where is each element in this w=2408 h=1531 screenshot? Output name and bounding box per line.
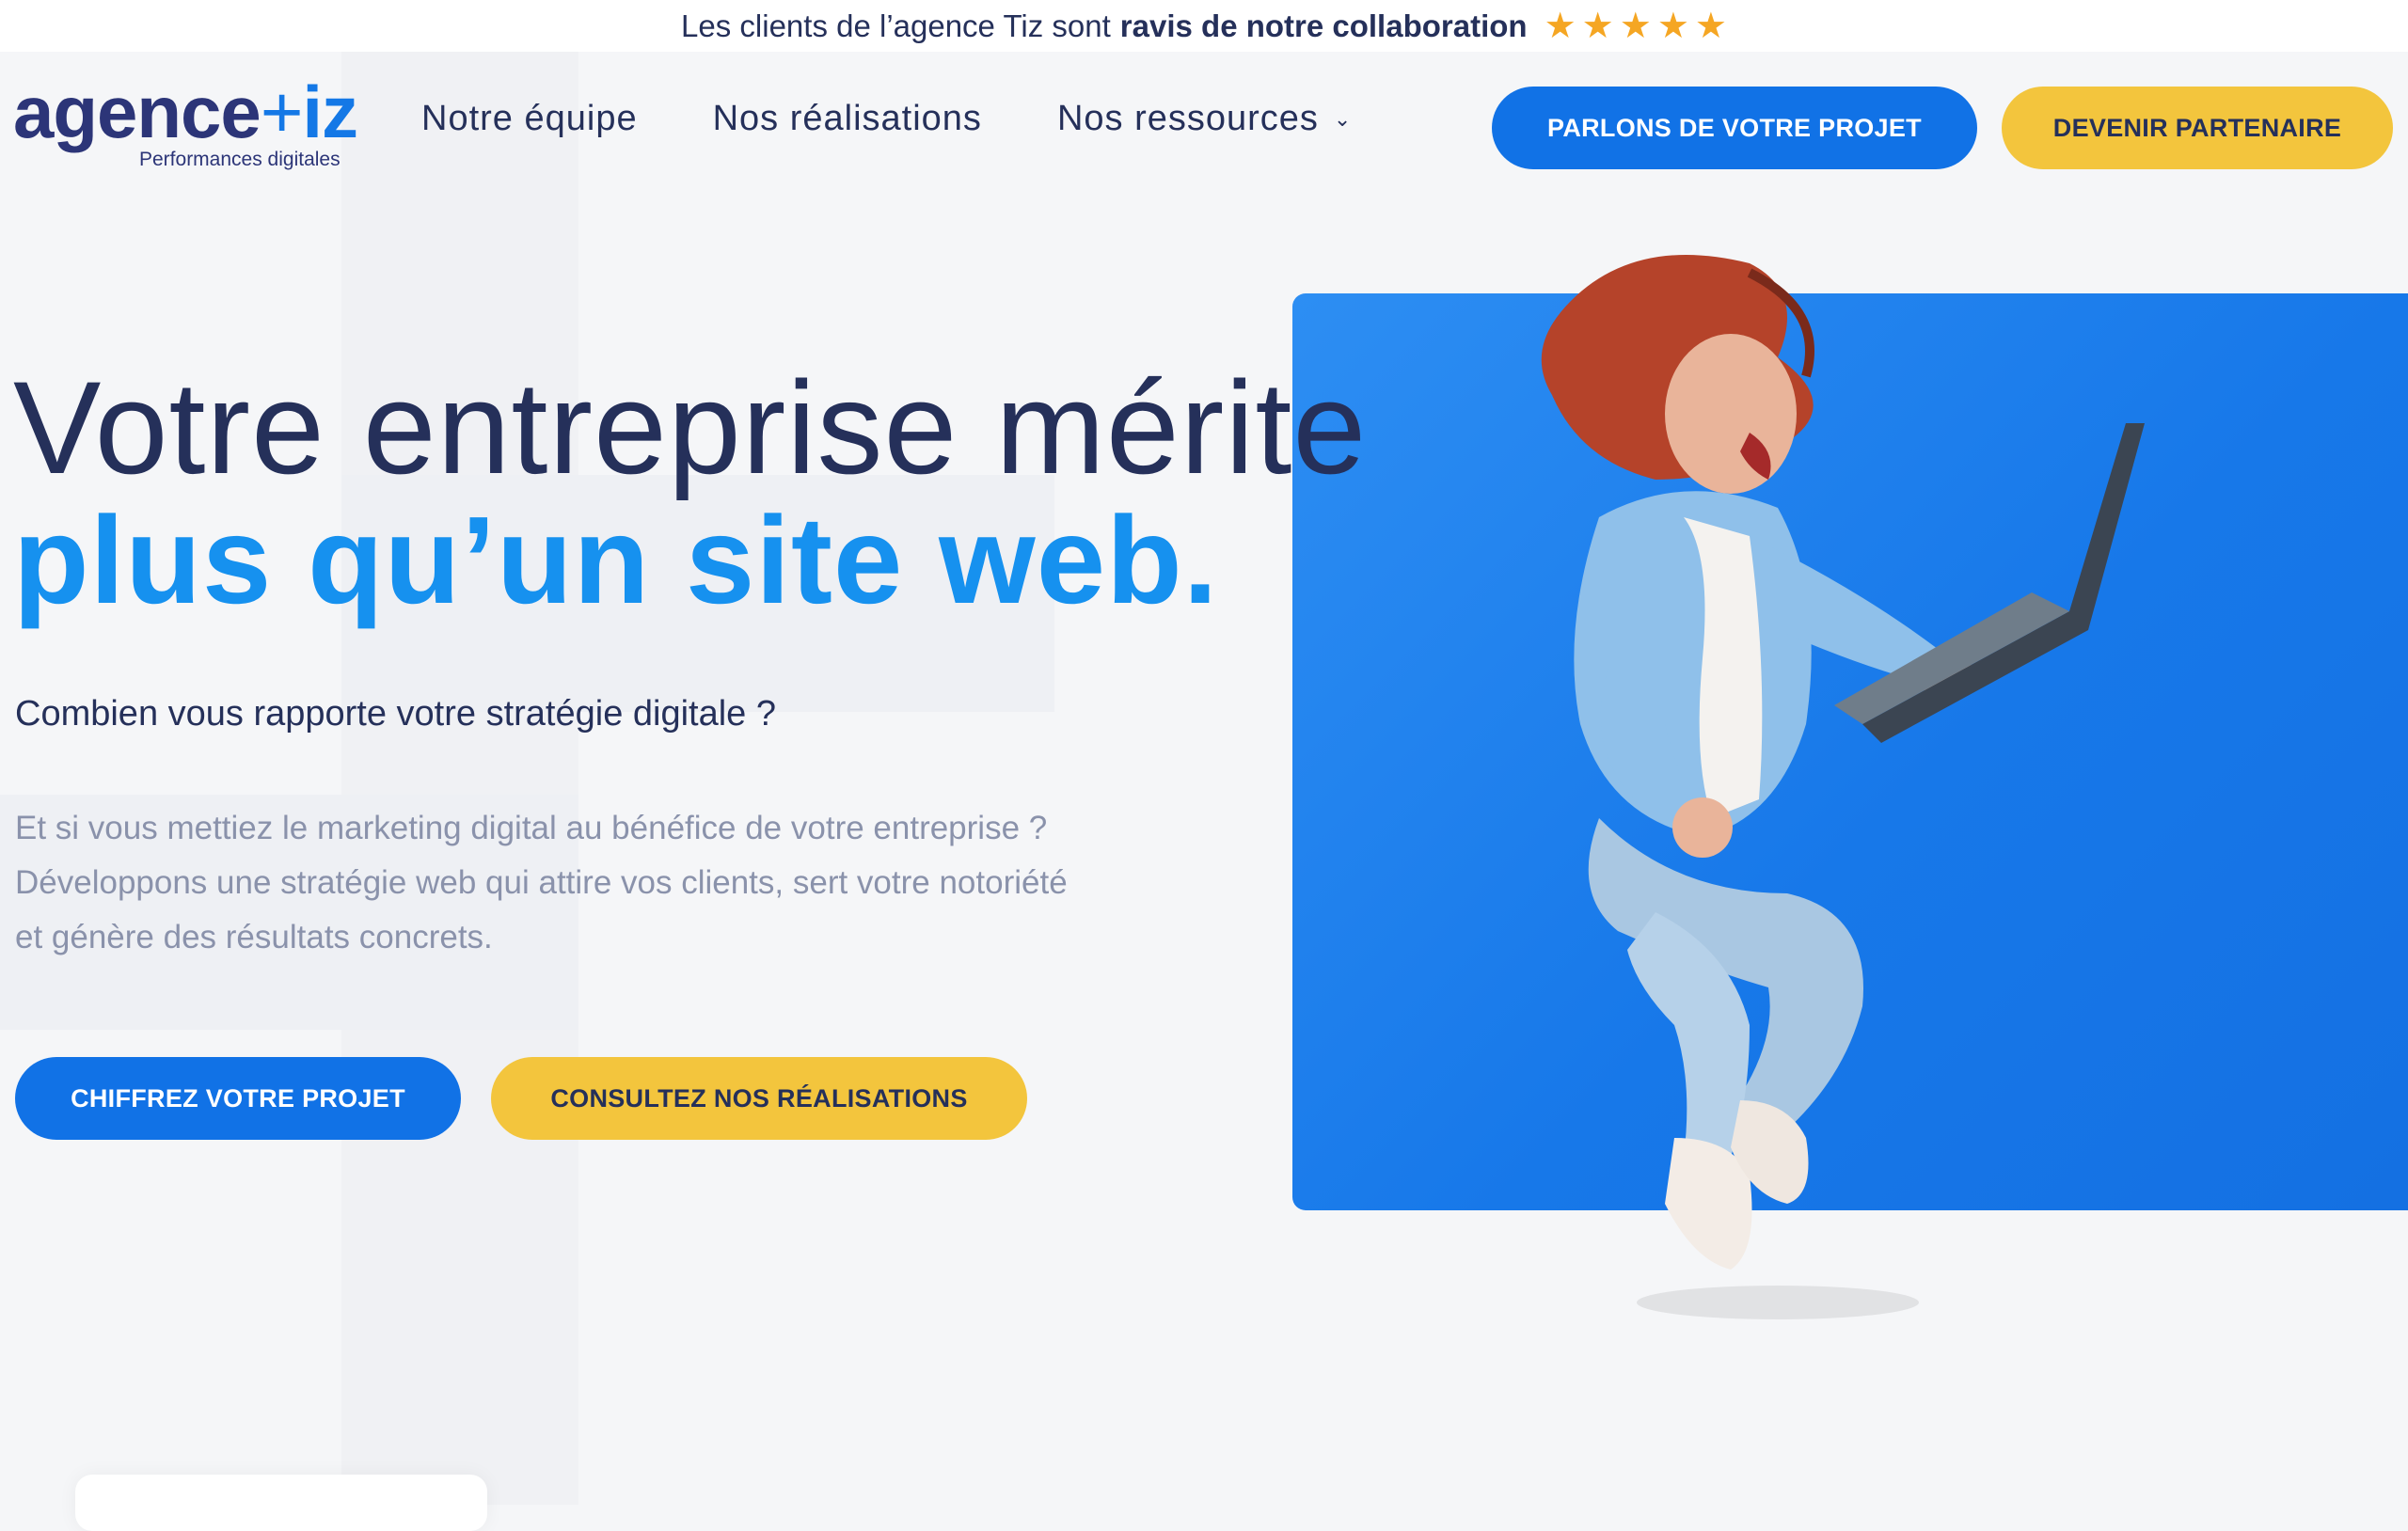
view-portfolio-button[interactable]: CONSULTEZ NOS RÉALISATIONS (491, 1057, 1027, 1140)
star-icon: ★ (1619, 6, 1652, 46)
review-banner-highlight: ravis de notre collaboration (1119, 8, 1528, 43)
logo-wordmark: agence+iz (13, 75, 358, 149)
logo-word-right: iz (302, 71, 358, 153)
star-icon: ★ (1656, 6, 1689, 46)
nav-item-label: Nos réalisations (712, 99, 982, 138)
become-partner-button[interactable]: DEVENIR PARTENAIRE (2002, 87, 2393, 169)
logo-tagline: Performances digitales (139, 149, 341, 170)
hero-photo-jumping-woman (1541, 255, 2145, 1319)
hero-paragraph-line: Développons une stratégie web qui attire… (15, 864, 1068, 901)
hero-title-line1: Votre entreprise mérite (13, 354, 1368, 501)
main-nav: Notre équipe Nos réalisations Nos ressou… (421, 99, 1427, 139)
hero-paragraph-line: et génère des résultats concrets. (15, 919, 493, 955)
rating-stars: ★ ★ ★ ★ ★ (1545, 8, 1727, 44)
hero-title-line2: plus qu’un site web. (13, 491, 1219, 629)
star-icon: ★ (1694, 6, 1727, 46)
logo-plus-icon: + (260, 71, 304, 153)
star-icon: ★ (1544, 6, 1576, 46)
star-icon: ★ (1581, 6, 1614, 46)
card-preview (75, 1475, 487, 1531)
nav-item-label: Notre équipe (421, 99, 638, 138)
nav-item-resources[interactable]: Nos ressources ⌄ (1057, 99, 1352, 139)
chevron-down-icon: ⌄ (1333, 106, 1353, 131)
hero-paragraph: Et si vous mettiez le marketing digital … (15, 801, 1275, 965)
nav-item-portfolio[interactable]: Nos réalisations (713, 99, 982, 139)
quote-project-button[interactable]: CHIFFREZ VOTRE PROJET (15, 1057, 461, 1140)
nav-item-label: Nos ressources (1056, 99, 1319, 138)
review-banner-text: Les clients de l’agence Tiz sont (681, 8, 1111, 43)
review-banner: Les clients de l’agence Tiz sont ravis d… (0, 0, 2408, 52)
talk-project-button[interactable]: PARLONS DE VOTRE PROJET (1492, 87, 1977, 169)
hero-paragraph-line: Et si vous mettiez le marketing digital … (15, 810, 1048, 846)
logo-word-left: agence (13, 71, 261, 153)
background-shape (341, 52, 578, 1505)
nav-item-team[interactable]: Notre équipe (421, 99, 638, 139)
hero-subtitle: Combien vous rapporte votre stratégie di… (15, 694, 777, 734)
site-logo[interactable]: agence+iz Performances digitales (13, 75, 361, 179)
